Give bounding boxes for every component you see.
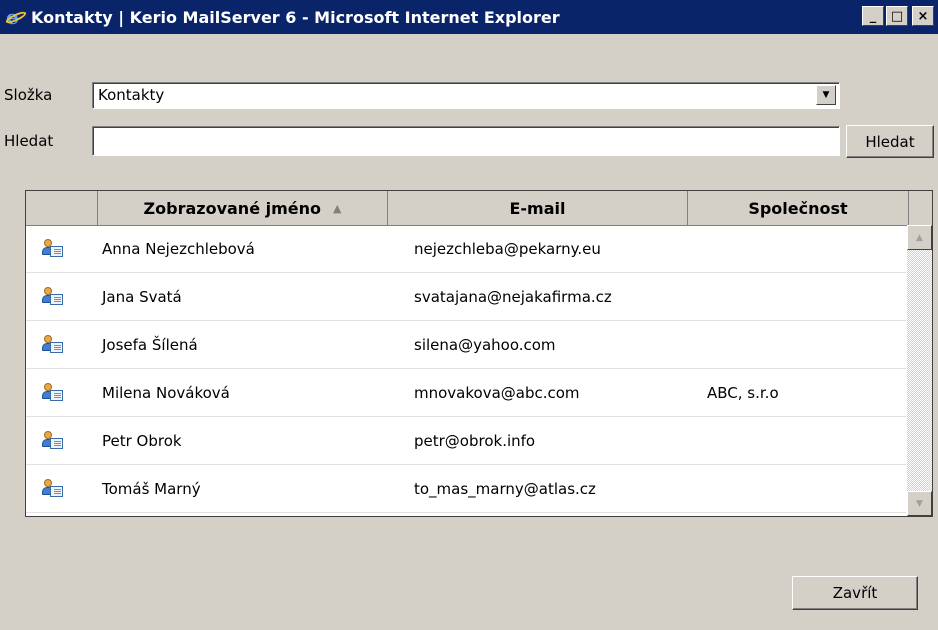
scroll-down-icon[interactable]: ▼ — [907, 491, 932, 516]
contact-email: petr@obrok.info — [414, 432, 536, 450]
search-label: Hledat — [4, 132, 54, 150]
contact-card-icon — [41, 431, 63, 451]
table-header: Zobrazované jméno ▲ E-mail Společnost — [26, 191, 932, 226]
contact-name: Milena Nováková — [102, 384, 230, 402]
contact-card-icon — [41, 239, 63, 259]
contact-card-icon — [41, 383, 63, 403]
minimize-button[interactable]: _ — [862, 6, 884, 26]
column-header-name[interactable]: Zobrazované jméno ▲ — [98, 191, 388, 225]
close-window-button[interactable]: × — [912, 6, 934, 26]
table-row[interactable]: Anna Nejezchlebová nejezchleba@pekarny.eu — [26, 226, 906, 273]
table-row[interactable]: Josefa Šílená silena@yahoo.com — [26, 322, 906, 369]
contact-email: mnovakova@abc.com — [414, 384, 580, 402]
contact-card-icon — [41, 287, 63, 307]
contact-email: svatajana@nejakafirma.cz — [414, 288, 612, 306]
contact-name: Jana Svatá — [102, 288, 182, 306]
maximize-button[interactable]: □ — [886, 6, 908, 26]
contact-name: Tomáš Marný — [102, 480, 201, 498]
folder-select-value: Kontakty — [98, 86, 165, 104]
table-row[interactable]: Tomáš Marný to_mas_marny@atlas.cz — [26, 466, 906, 513]
chevron-down-icon[interactable]: ▼ — [816, 85, 836, 105]
sort-ascending-icon: ▲ — [333, 201, 342, 215]
folder-label: Složka — [4, 86, 53, 104]
icon-column-header — [26, 191, 98, 225]
vertical-scrollbar[interactable]: ▲ ▼ — [907, 225, 932, 516]
column-header-company[interactable]: Společnost — [688, 191, 909, 225]
table-row[interactable]: Milena Nováková mnovakova@abc.com ABC, s.r… — [26, 370, 906, 417]
close-button[interactable]: Zavřít — [792, 576, 918, 610]
window-title: Kontakty | Kerio MailServer 6 - Microsof… — [31, 7, 560, 27]
column-header-name-label: Zobrazované jméno — [143, 198, 321, 218]
contact-card-icon — [41, 335, 63, 355]
contact-name: Anna Nejezchlebová — [102, 240, 255, 258]
title-bar[interactable]: e Kontakty | Kerio MailServer 6 - Micros… — [0, 0, 938, 34]
header-filler — [909, 191, 932, 225]
contact-name: Josefa Šílená — [102, 336, 198, 354]
contact-email: nejezchleba@pekarny.eu — [414, 240, 601, 258]
contact-name: Petr Obrok — [102, 432, 182, 450]
table-row[interactable]: Jana Svatá svatajana@nejakafirma.cz — [26, 274, 906, 321]
folder-select[interactable]: Kontakty ▼ — [92, 82, 840, 109]
internet-explorer-icon: e — [4, 6, 28, 28]
contacts-table: Zobrazované jméno ▲ E-mail Společnost An… — [25, 190, 933, 517]
contact-company: ABC, s.r.o — [707, 384, 779, 402]
column-header-email[interactable]: E-mail — [388, 191, 688, 225]
table-row[interactable]: Petr Obrok petr@obrok.info — [26, 418, 906, 465]
contact-email: silena@yahoo.com — [414, 336, 556, 354]
contact-email: to_mas_marny@atlas.cz — [414, 480, 596, 498]
contact-card-icon — [41, 479, 63, 499]
search-input[interactable] — [92, 126, 840, 156]
search-button[interactable]: Hledat — [846, 125, 934, 158]
scroll-up-icon[interactable]: ▲ — [907, 225, 932, 250]
